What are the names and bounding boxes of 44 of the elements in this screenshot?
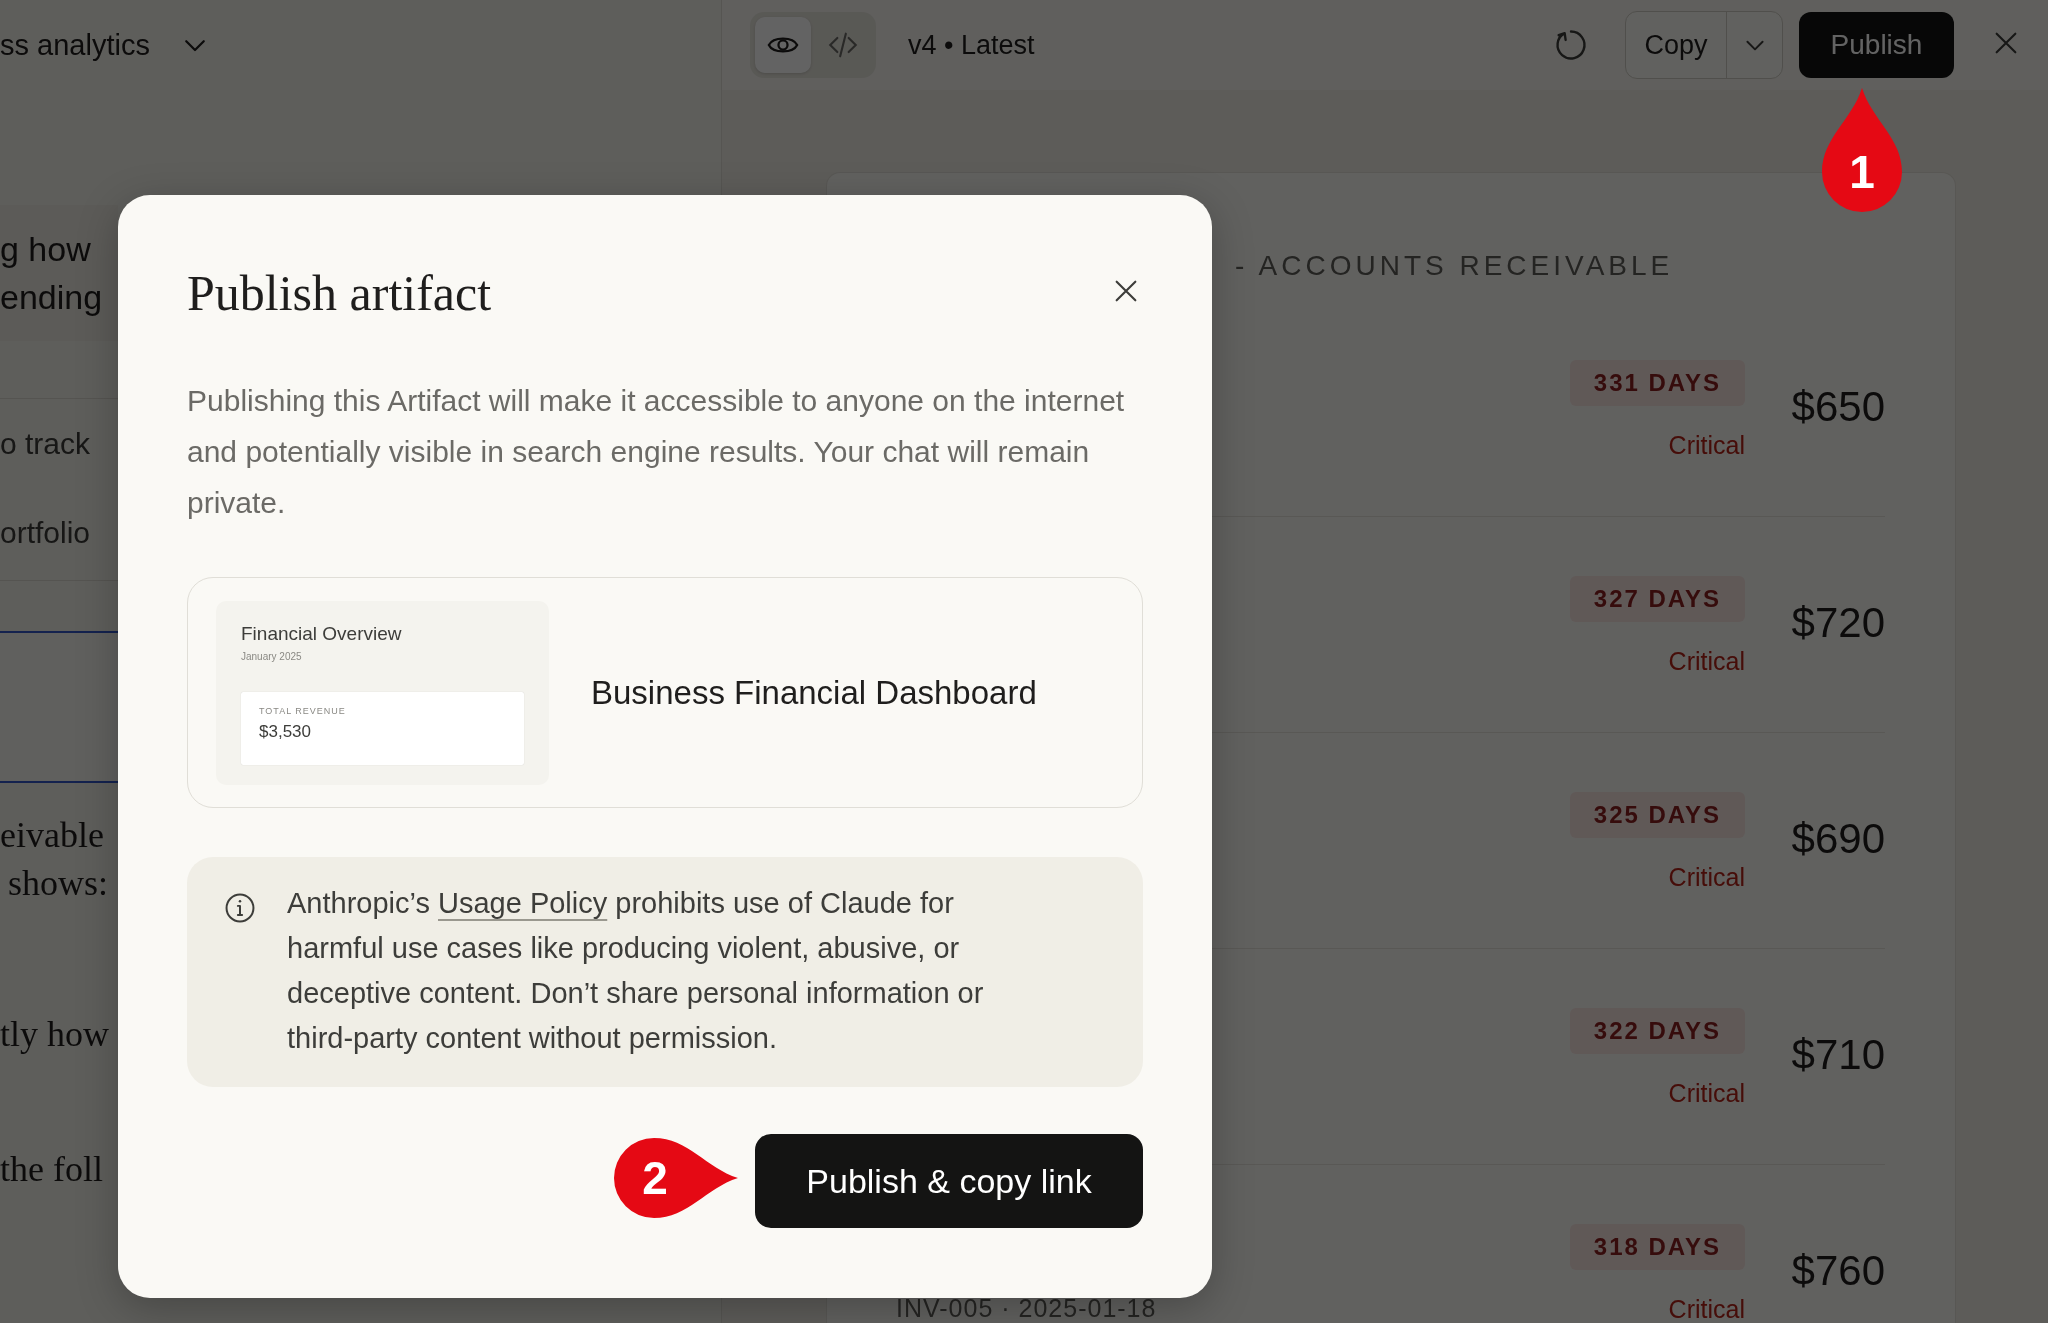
amount: $720 xyxy=(1790,598,1885,648)
days-overdue-badge: 318 DAYS xyxy=(1569,1224,1745,1270)
view-tab[interactable] xyxy=(755,17,811,73)
publish-copy-link-button[interactable]: Publish & copy link xyxy=(755,1134,1143,1228)
amount: $710 xyxy=(1790,1030,1885,1080)
status-label: Critical xyxy=(1668,431,1745,460)
version-label: v4 • Latest xyxy=(908,29,1035,61)
status-label: Critical xyxy=(1668,647,1745,676)
dialog-description: Publishing this Artifact will make it accessible to anyone on the internet and potentially visible in search engine results. Your chat will remain private. xyxy=(187,383,1126,521)
status-label: Critical xyxy=(1668,1079,1745,1108)
response-text: the foll xyxy=(0,1148,103,1191)
info-icon xyxy=(223,891,257,925)
step-marker: 1 xyxy=(1822,88,1902,212)
thumbnail-date: January 2025 xyxy=(241,650,303,662)
artifact-name: Business Financial Dashboard xyxy=(591,673,1037,712)
step-marker: 2 xyxy=(614,1138,738,1218)
status-label: Critical xyxy=(1668,863,1745,892)
section-heading: - ACCOUNTS RECEIVABLE xyxy=(1235,249,1674,283)
response-text: eivable xyxy=(0,814,104,857)
days-overdue-badge: 331 DAYS xyxy=(1569,360,1745,406)
response-text: shows: xyxy=(7,862,109,905)
invoice-meta: INV-005 · 2025-01-18 xyxy=(896,1294,1157,1323)
list-item-text: ortfolio xyxy=(0,515,91,551)
amount: $650 xyxy=(1790,382,1885,432)
dialog-title: Publish artifact xyxy=(187,264,492,322)
response-text: tly how xyxy=(0,1013,109,1056)
days-overdue-badge: 322 DAYS xyxy=(1569,1008,1745,1054)
status-label: Critical xyxy=(1668,1295,1745,1323)
policy-notice: Anthropic’s Usage Policy prohibits use of Claude for harmful use cases like producing violent, abusive, or deceptive content. Don’t share personal information or third-party content without permission. xyxy=(287,886,985,1056)
list-item-text: o track xyxy=(0,426,91,462)
message-text: g how xyxy=(0,229,91,270)
metric-value: $3,530 xyxy=(259,721,312,742)
message-text: ending xyxy=(0,277,103,318)
chat-title[interactable]: ss analytics xyxy=(0,28,150,62)
days-overdue-badge: 327 DAYS xyxy=(1569,576,1745,622)
days-overdue-badge: 325 DAYS xyxy=(1569,792,1745,838)
artifact-card[interactable] xyxy=(0,631,118,783)
thumbnail-title: Financial Overview xyxy=(241,622,403,645)
metric-label: TOTAL REVENUE xyxy=(259,705,347,716)
amount: $760 xyxy=(1790,1246,1885,1296)
usage-policy-link[interactable]: Usage Policy xyxy=(438,887,608,919)
amount: $690 xyxy=(1790,814,1885,864)
publish-button[interactable]: Publish xyxy=(1799,12,1954,78)
copy-button[interactable]: Copy xyxy=(1626,12,1727,78)
